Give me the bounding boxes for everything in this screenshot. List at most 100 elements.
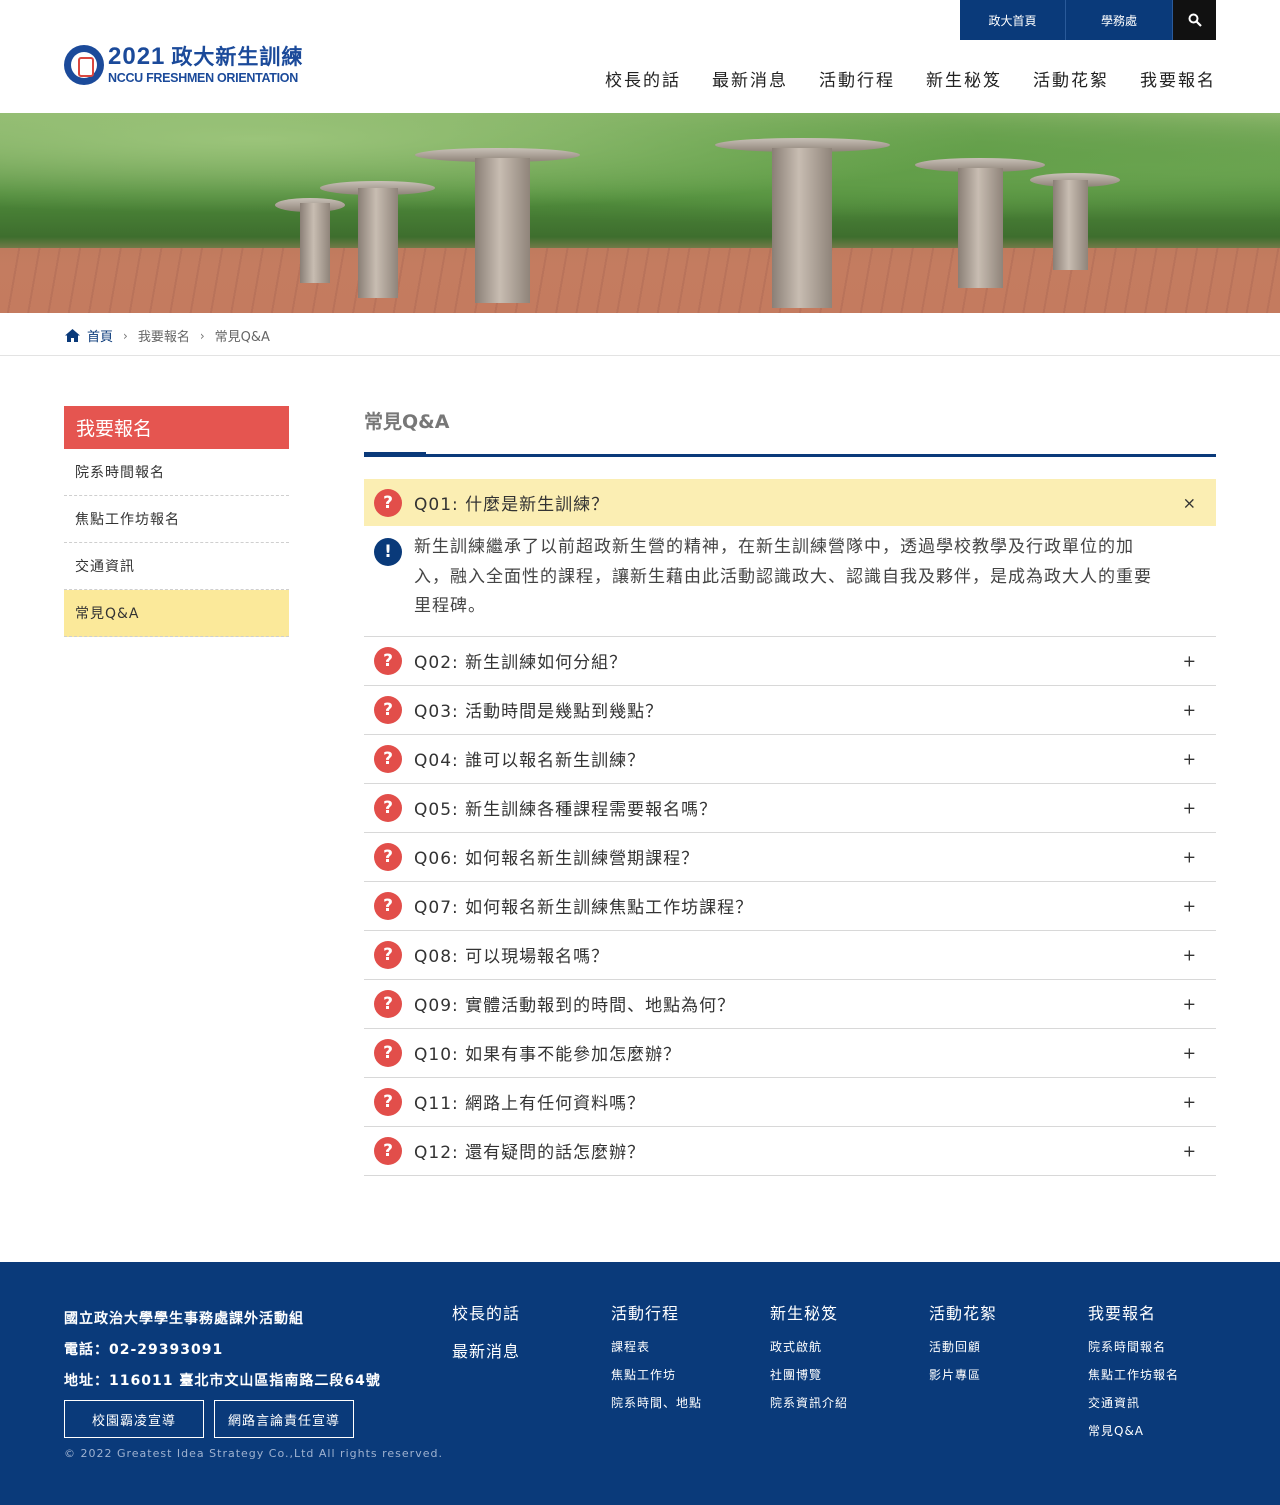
faq-question-text: Q08: 可以現場報名嗎？ bbox=[414, 947, 610, 967]
footer-link-department-registration[interactable]: 院系時間報名 bbox=[1088, 1338, 1179, 1366]
plus-icon[interactable]: + bbox=[1183, 847, 1196, 866]
footer-link-faq[interactable]: 常見Q&A bbox=[1088, 1422, 1179, 1450]
main-content: 常見Q&A ? Q01: 什麼是新生訓練？ × ! 新生訓練繼承了以前超政新生營… bbox=[364, 406, 1216, 1176]
main-nav: 校長的話 最新消息 活動行程 新生秘笈 活動花絮 我要報名 bbox=[574, 66, 1216, 91]
sidebar-item-department-registration[interactable]: 院系時間報名 bbox=[64, 449, 289, 496]
site-logo[interactable]: 2021 政大新生訓練 NCCU FRESHMEN ORIENTATION bbox=[64, 45, 303, 85]
chevron-right-icon: › bbox=[123, 328, 128, 343]
question-icon: ? bbox=[374, 842, 402, 871]
question-icon: ? bbox=[374, 744, 402, 773]
nav-register[interactable]: 我要報名 bbox=[1140, 66, 1216, 91]
nav-guide[interactable]: 新生秘笈 bbox=[926, 66, 1002, 91]
sidebar-item-transportation[interactable]: 交通資訊 bbox=[64, 543, 289, 590]
hero-banner-image bbox=[0, 113, 1280, 313]
footer-heading-schedule[interactable]: 活動行程 bbox=[611, 1300, 702, 1324]
breadcrumb-register[interactable]: 我要報名 bbox=[138, 326, 190, 345]
faq-question-text: Q06: 如何報名新生訓練營期課程？ bbox=[414, 849, 700, 869]
copyright: © 2022 Greatest Idea Strategy Co.,Ltd Al… bbox=[64, 1447, 443, 1460]
faq-question-10[interactable]: ? Q10: 如果有事不能參加怎麼辦？ + bbox=[364, 1029, 1216, 1078]
faq-question-text: Q03: 活動時間是幾點到幾點？ bbox=[414, 702, 664, 722]
nav-president-message[interactable]: 校長的話 bbox=[605, 66, 681, 91]
nav-gallery[interactable]: 活動花絮 bbox=[1033, 66, 1109, 91]
faq-answer-1: ! 新生訓練繼承了以前超政新生營的精神，在新生訓練營隊中，透過學校教學及行政單位… bbox=[364, 526, 1216, 637]
footer-link-clubs[interactable]: 社團博覽 bbox=[770, 1366, 848, 1394]
plus-icon[interactable]: + bbox=[1183, 896, 1196, 915]
footer-col-president: 校長的話 最新消息 bbox=[452, 1300, 520, 1376]
breadcrumb: 首頁 › 我要報名 › 常見Q&A bbox=[65, 326, 270, 345]
footer-col-guide: 新生秘笈 政式啟航 社團博覽 院系資訊介紹 bbox=[770, 1300, 848, 1422]
footer-link-workshop[interactable]: 焦點工作坊 bbox=[611, 1366, 702, 1394]
faq-question-7[interactable]: ? Q07: 如何報名新生訓練焦點工作坊課程？ + bbox=[364, 882, 1216, 931]
faq-question-3[interactable]: ? Q03: 活動時間是幾點到幾點？ + bbox=[364, 686, 1216, 735]
faq-question-text: Q10: 如果有事不能參加怎麼辦？ bbox=[414, 1045, 682, 1065]
footer-link-news[interactable]: 最新消息 bbox=[452, 1338, 520, 1362]
footer-link-review[interactable]: 活動回顧 bbox=[929, 1338, 997, 1366]
nav-news[interactable]: 最新消息 bbox=[712, 66, 788, 91]
anti-bullying-button[interactable]: 校園霸凌宣導 bbox=[64, 1400, 204, 1438]
footer-link-workshop-registration[interactable]: 焦點工作坊報名 bbox=[1088, 1366, 1179, 1394]
student-affairs-link[interactable]: 學務處 bbox=[1066, 0, 1173, 40]
plus-icon[interactable]: + bbox=[1183, 994, 1196, 1013]
faq-question-text: Q02: 新生訓練如何分組？ bbox=[414, 653, 628, 673]
footer-link-timetable[interactable]: 課程表 bbox=[611, 1338, 702, 1366]
footer-link-transportation[interactable]: 交通資訊 bbox=[1088, 1394, 1179, 1422]
faq-question-5[interactable]: ? Q05: 新生訓練各種課程需要報名嗎？ + bbox=[364, 784, 1216, 833]
question-icon: ? bbox=[374, 1038, 402, 1067]
question-icon: ? bbox=[374, 1087, 402, 1116]
sidebar-title: 我要報名 bbox=[64, 406, 289, 449]
breadcrumb-bar: 首頁 › 我要報名 › 常見Q&A bbox=[0, 313, 1280, 356]
close-icon[interactable]: × bbox=[1183, 493, 1196, 512]
faq-question-6[interactable]: ? Q06: 如何報名新生訓練營期課程？ + bbox=[364, 833, 1216, 882]
search-button[interactable] bbox=[1173, 0, 1216, 40]
faq-question-2[interactable]: ? Q02: 新生訓練如何分組？ + bbox=[364, 637, 1216, 686]
faq-question-text: Q05: 新生訓練各種課程需要報名嗎？ bbox=[414, 800, 718, 820]
online-speech-button[interactable]: 網路言論責任宣導 bbox=[214, 1400, 354, 1438]
faq-question-text: Q11: 網路上有任何資料嗎？ bbox=[414, 1094, 646, 1114]
footer-heading-gallery[interactable]: 活動花絮 bbox=[929, 1300, 997, 1324]
question-icon: ? bbox=[374, 646, 402, 675]
faq-question-text: Q04: 誰可以報名新生訓練？ bbox=[414, 751, 646, 771]
breadcrumb-home[interactable]: 首頁 bbox=[65, 326, 113, 345]
sidebar: 我要報名 院系時間報名 焦點工作坊報名 交通資訊 常見Q&A bbox=[64, 406, 289, 637]
question-icon: ? bbox=[374, 891, 402, 920]
faq-question-8[interactable]: ? Q08: 可以現場報名嗎？ + bbox=[364, 931, 1216, 980]
footer-organization: 國立政治大學學生事務處課外活動組 bbox=[64, 1311, 304, 1327]
plus-icon[interactable]: + bbox=[1183, 1092, 1196, 1111]
plus-icon[interactable]: + bbox=[1183, 700, 1196, 719]
search-icon bbox=[1188, 13, 1202, 27]
plus-icon[interactable]: + bbox=[1183, 651, 1196, 670]
footer-link-president-message[interactable]: 校長的話 bbox=[452, 1300, 520, 1324]
plus-icon[interactable]: + bbox=[1183, 1043, 1196, 1062]
nav-schedule[interactable]: 活動行程 bbox=[819, 66, 895, 91]
faq-question-12[interactable]: ? Q12: 還有疑問的話怎麼辦？ + bbox=[364, 1127, 1216, 1176]
faq-answer-text: 新生訓練繼承了以前超政新生營的精神，在新生訓練營隊中，透過學校教學及行政單位的加… bbox=[414, 537, 1152, 616]
logo-title: 2021 政大新生訓練 bbox=[108, 43, 304, 71]
faq-question-text: Q07: 如何報名新生訓練焦點工作坊課程？ bbox=[414, 898, 754, 918]
faq-question-9[interactable]: ? Q09: 實體活動報到的時間、地點為何？ + bbox=[364, 980, 1216, 1029]
logo-subtitle: NCCU FRESHMEN ORIENTATION bbox=[108, 71, 298, 86]
faq-question-4[interactable]: ? Q04: 誰可以報名新生訓練？ + bbox=[364, 735, 1216, 784]
question-icon: ? bbox=[374, 940, 402, 969]
faq-question-11[interactable]: ? Q11: 網路上有任何資料嗎？ + bbox=[364, 1078, 1216, 1127]
plus-icon[interactable]: + bbox=[1183, 749, 1196, 768]
footer-link-department-info[interactable]: 院系資訊介紹 bbox=[770, 1394, 848, 1422]
footer-link-videos[interactable]: 影片專區 bbox=[929, 1366, 997, 1394]
sidebar-item-workshop-registration[interactable]: 焦點工作坊報名 bbox=[64, 496, 289, 543]
plus-icon[interactable]: + bbox=[1183, 945, 1196, 964]
plus-icon[interactable]: + bbox=[1183, 798, 1196, 817]
faq-question-text: Q09: 實體活動報到的時間、地點為何？ bbox=[414, 996, 736, 1016]
footer-link-department-time[interactable]: 院系時間、地點 bbox=[611, 1394, 702, 1422]
plus-icon[interactable]: + bbox=[1183, 1141, 1196, 1160]
question-icon: ? bbox=[374, 488, 402, 517]
chevron-right-icon: › bbox=[199, 328, 205, 343]
faq-question-text: Q12: 還有疑問的話怎麼辦？ bbox=[414, 1143, 646, 1163]
faq-accordion: ? Q01: 什麼是新生訓練？ × ! 新生訓練繼承了以前超政新生營的精神，在新… bbox=[364, 479, 1216, 1176]
nccu-emblem-icon bbox=[64, 45, 104, 85]
sidebar-item-faq[interactable]: 常見Q&A bbox=[64, 590, 289, 637]
footer-heading-register[interactable]: 我要報名 bbox=[1088, 1300, 1179, 1324]
footer-heading-guide[interactable]: 新生秘笈 bbox=[770, 1300, 848, 1324]
faq-question-1[interactable]: ? Q01: 什麼是新生訓練？ × bbox=[364, 479, 1216, 526]
nccu-home-link[interactable]: 政大首頁 bbox=[960, 0, 1066, 40]
question-icon: ? bbox=[374, 695, 402, 724]
footer-link-launch[interactable]: 政式啟航 bbox=[770, 1338, 848, 1366]
